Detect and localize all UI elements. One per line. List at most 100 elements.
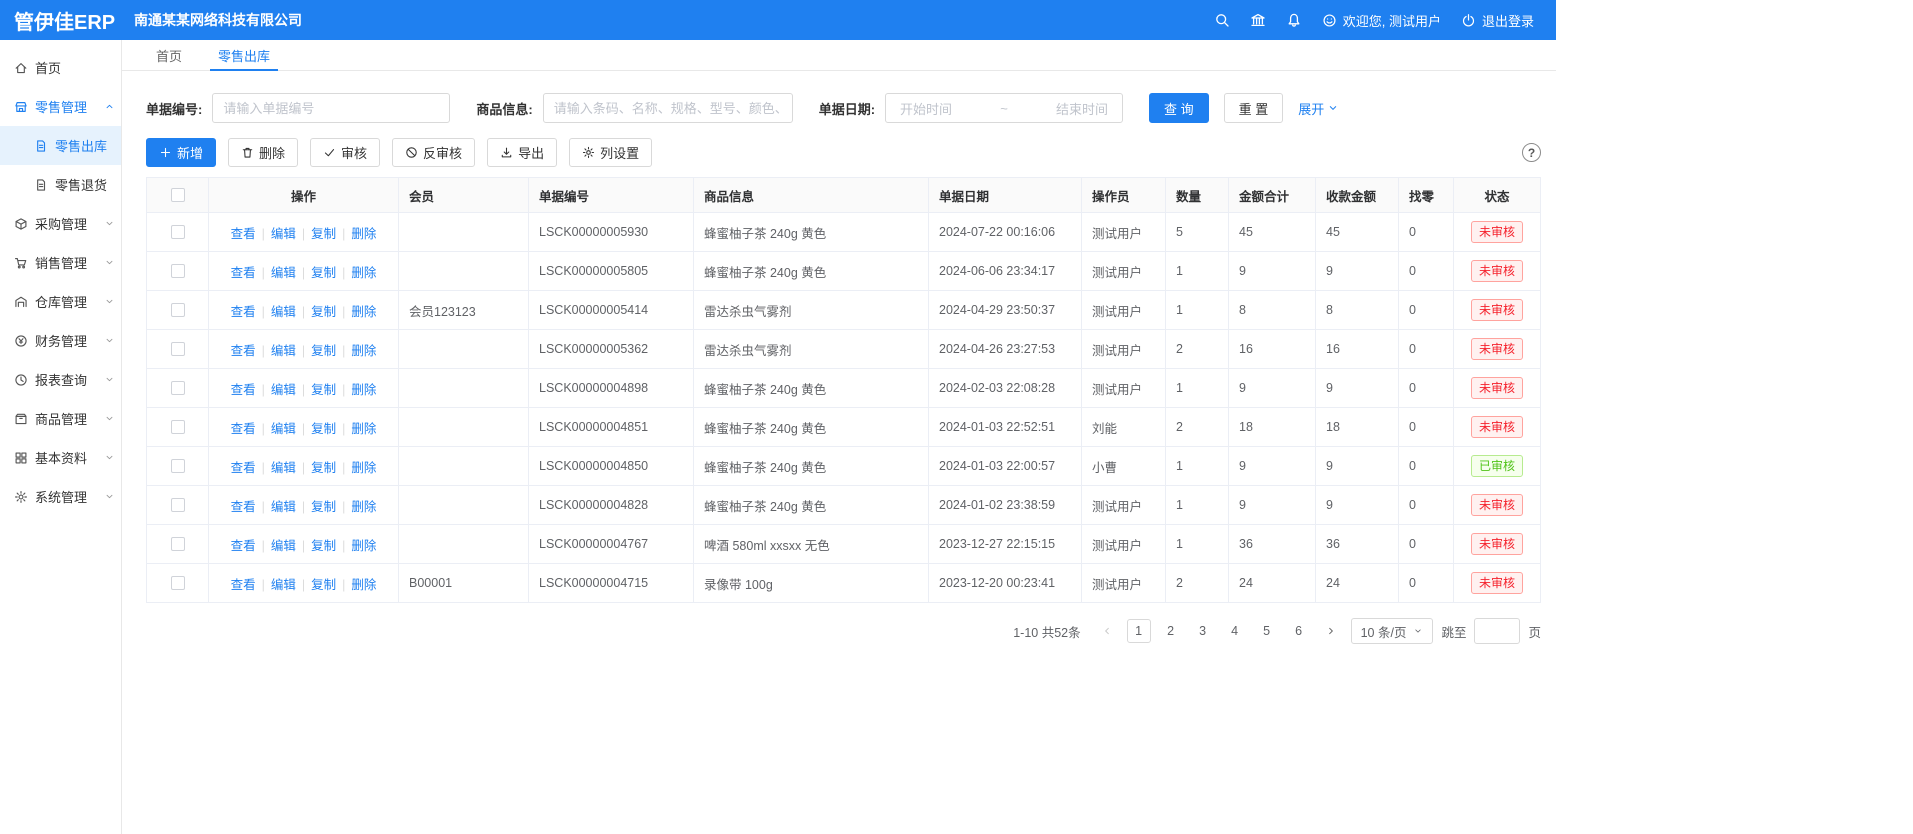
row-action-delete[interactable]: 删除 xyxy=(351,305,376,319)
prev-page-icon[interactable] xyxy=(1095,619,1119,643)
gear-icon xyxy=(14,490,28,504)
row-action-delete[interactable]: 删除 xyxy=(351,500,376,514)
row-checkbox[interactable] xyxy=(171,264,185,278)
row-action-edit[interactable]: 编辑 xyxy=(271,500,296,514)
export-button[interactable]: 导出 xyxy=(487,138,557,167)
row-action-view[interactable]: 查看 xyxy=(231,500,256,514)
row-action-edit[interactable]: 编辑 xyxy=(271,461,296,475)
product-info-input[interactable] xyxy=(543,93,793,123)
select-all-checkbox[interactable] xyxy=(171,188,185,202)
row-action-copy[interactable]: 复制 xyxy=(311,461,336,475)
sidebar-item-basic[interactable]: 基本资料 xyxy=(0,438,121,477)
logout-button[interactable]: 退出登录 xyxy=(1461,11,1534,30)
bank-icon[interactable] xyxy=(1250,12,1266,28)
row-action-edit[interactable]: 编辑 xyxy=(271,383,296,397)
row-action-copy[interactable]: 复制 xyxy=(311,305,336,319)
row-action-delete[interactable]: 删除 xyxy=(351,461,376,475)
row-action-copy[interactable]: 复制 xyxy=(311,500,336,514)
row-action-copy[interactable]: 复制 xyxy=(311,383,336,397)
row-checkbox[interactable] xyxy=(171,537,185,551)
welcome-user[interactable]: 欢迎您, 测试用户 xyxy=(1322,11,1441,30)
row-action-edit[interactable]: 编辑 xyxy=(271,344,296,358)
row-action-delete[interactable]: 删除 xyxy=(351,422,376,436)
cell-member xyxy=(399,252,529,291)
page-button-1[interactable]: 1 xyxy=(1127,619,1151,643)
page-button-5[interactable]: 5 xyxy=(1255,619,1279,643)
row-action-delete[interactable]: 删除 xyxy=(351,578,376,592)
row-action-copy[interactable]: 复制 xyxy=(311,539,336,553)
sidebar-item-system[interactable]: 系统管理 xyxy=(0,477,121,516)
row-action-edit[interactable]: 编辑 xyxy=(271,578,296,592)
action-separator: | xyxy=(342,461,345,475)
row-action-view[interactable]: 查看 xyxy=(231,383,256,397)
search-button[interactable]: 查 询 xyxy=(1149,93,1209,123)
row-action-delete[interactable]: 删除 xyxy=(351,344,376,358)
date-range-input[interactable]: 开始时间 ~ 结束时间 xyxy=(885,93,1123,123)
row-action-edit[interactable]: 编辑 xyxy=(271,266,296,280)
expand-link[interactable]: 展开 xyxy=(1298,99,1339,118)
page-button-4[interactable]: 4 xyxy=(1223,619,1247,643)
page-button-6[interactable]: 6 xyxy=(1287,619,1311,643)
tab-home[interactable]: 首页 xyxy=(138,40,200,70)
row-action-copy[interactable]: 复制 xyxy=(311,578,336,592)
row-checkbox[interactable] xyxy=(171,576,185,590)
sidebar-item-warehouse[interactable]: 仓库管理 xyxy=(0,282,121,321)
column-settings-button[interactable]: 列设置 xyxy=(569,138,652,167)
row-checkbox[interactable] xyxy=(171,420,185,434)
sidebar-item-purchase[interactable]: 采购管理 xyxy=(0,204,121,243)
row-checkbox[interactable] xyxy=(171,225,185,239)
audit-button[interactable]: 审核 xyxy=(310,138,380,167)
jump-page-input[interactable] xyxy=(1474,618,1520,644)
unaudit-button[interactable]: 反审核 xyxy=(392,138,475,167)
add-button[interactable]: 新增 xyxy=(146,138,216,167)
next-page-icon[interactable] xyxy=(1319,619,1343,643)
row-select-cell xyxy=(147,252,209,291)
row-action-view[interactable]: 查看 xyxy=(231,227,256,241)
reset-button[interactable]: 重 置 xyxy=(1224,93,1284,123)
page-button-3[interactable]: 3 xyxy=(1191,619,1215,643)
sidebar-item-home[interactable]: 首页 xyxy=(0,48,121,87)
page-button-2[interactable]: 2 xyxy=(1159,619,1183,643)
row-action-view[interactable]: 查看 xyxy=(231,578,256,592)
row-checkbox[interactable] xyxy=(171,303,185,317)
row-action-view[interactable]: 查看 xyxy=(231,539,256,553)
row-action-edit[interactable]: 编辑 xyxy=(271,305,296,319)
row-action-view[interactable]: 查看 xyxy=(231,344,256,358)
tab-retail-outbound[interactable]: 零售出库 xyxy=(200,40,288,70)
sidebar-item-retail[interactable]: 零售管理 xyxy=(0,87,121,126)
help-icon[interactable]: ? xyxy=(1522,143,1541,162)
cell-operator: 刘能 xyxy=(1082,408,1166,447)
row-action-view[interactable]: 查看 xyxy=(231,305,256,319)
column-header-7: 金额合计 xyxy=(1229,178,1316,213)
sidebar-item-goods[interactable]: 商品管理 xyxy=(0,399,121,438)
row-action-delete[interactable]: 删除 xyxy=(351,227,376,241)
sidebar-item-retail-return[interactable]: 零售退货 xyxy=(0,165,121,204)
row-action-copy[interactable]: 复制 xyxy=(311,266,336,280)
page-size-select[interactable]: 10 条/页 xyxy=(1351,618,1434,644)
sidebar-item-sales[interactable]: 销售管理 xyxy=(0,243,121,282)
row-action-copy[interactable]: 复制 xyxy=(311,422,336,436)
sidebar-item-retail-outbound[interactable]: 零售出库 xyxy=(0,126,121,165)
row-action-copy[interactable]: 复制 xyxy=(311,344,336,358)
row-action-copy[interactable]: 复制 xyxy=(311,227,336,241)
sidebar-item-finance[interactable]: 财务管理 xyxy=(0,321,121,360)
row-action-delete[interactable]: 删除 xyxy=(351,539,376,553)
row-action-view[interactable]: 查看 xyxy=(231,461,256,475)
row-action-view[interactable]: 查看 xyxy=(231,266,256,280)
row-action-delete[interactable]: 删除 xyxy=(351,266,376,280)
row-action-edit[interactable]: 编辑 xyxy=(271,422,296,436)
sidebar-item-reports[interactable]: 报表查询 xyxy=(0,360,121,399)
row-checkbox[interactable] xyxy=(171,381,185,395)
row-action-edit[interactable]: 编辑 xyxy=(271,539,296,553)
row-checkbox[interactable] xyxy=(171,459,185,473)
row-checkbox[interactable] xyxy=(171,498,185,512)
row-action-view[interactable]: 查看 xyxy=(231,422,256,436)
bill-no-input[interactable] xyxy=(212,93,450,123)
bell-icon[interactable] xyxy=(1286,12,1302,28)
row-action-edit[interactable]: 编辑 xyxy=(271,227,296,241)
row-checkbox[interactable] xyxy=(171,342,185,356)
delete-button[interactable]: 删除 xyxy=(228,138,298,167)
cell-product: 啤酒 580ml xxsxx 无色 xyxy=(694,525,929,564)
row-action-delete[interactable]: 删除 xyxy=(351,383,376,397)
search-icon[interactable] xyxy=(1214,12,1230,28)
